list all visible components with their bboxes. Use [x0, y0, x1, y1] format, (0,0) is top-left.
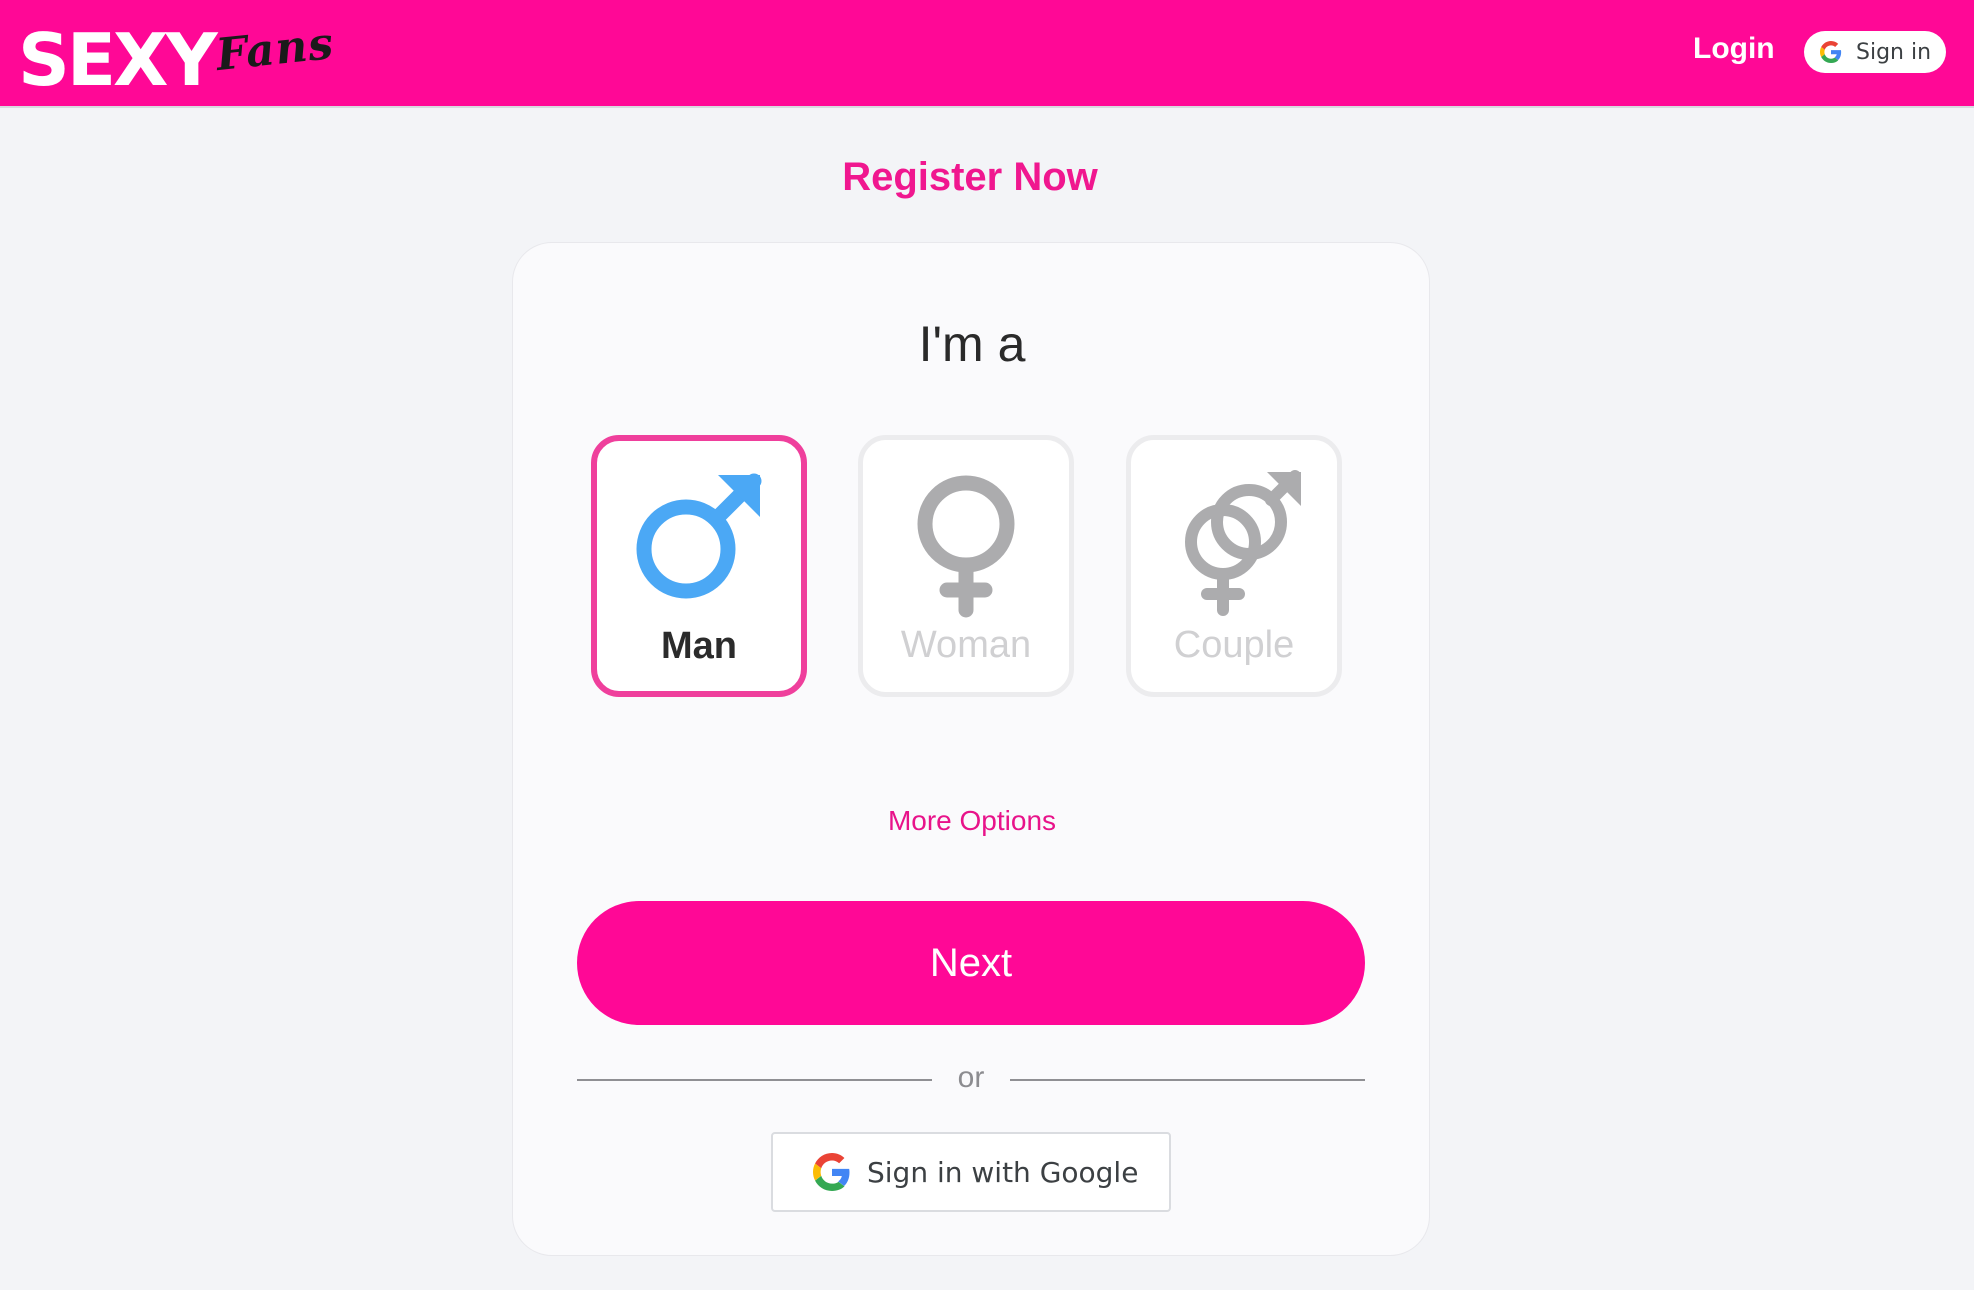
logo-main-text: SEXY	[18, 18, 218, 102]
more-options-link[interactable]: More Options	[513, 805, 1431, 837]
google-icon	[1820, 41, 1842, 63]
header-signin-label: Sign in	[1856, 39, 1932, 65]
header-google-signin-button[interactable]: Sign in	[1804, 31, 1946, 73]
divider-or-text: or	[957, 1061, 985, 1094]
option-couple-label: Couple	[1173, 624, 1295, 666]
registration-card: I'm a Man Woman Couple More Options Next…	[512, 242, 1430, 1256]
google-icon	[813, 1153, 850, 1191]
divider-line-left	[577, 1079, 932, 1081]
option-woman-label: Woman	[900, 624, 1032, 666]
option-woman[interactable]: Woman	[858, 435, 1074, 697]
option-man-label: Man	[661, 625, 737, 667]
option-man[interactable]: Man	[591, 435, 807, 697]
next-button[interactable]: Next	[577, 901, 1365, 1025]
login-link[interactable]: Login	[1693, 32, 1775, 66]
divider-line-right	[1010, 1079, 1365, 1081]
top-header: SEXY Fans Login Sign in	[0, 0, 1974, 108]
couple-icon	[1185, 470, 1301, 616]
female-icon	[917, 475, 1015, 618]
option-couple[interactable]: Couple	[1126, 435, 1342, 697]
site-logo[interactable]: SEXY Fans	[18, 10, 368, 100]
google-signin-label: Sign in with Google	[867, 1155, 1139, 1189]
card-heading: I'm a	[918, 316, 1026, 372]
google-signin-button[interactable]: Sign in with Google	[771, 1132, 1171, 1212]
male-icon	[636, 473, 762, 599]
page-title: Register Now	[842, 155, 1098, 199]
logo-script-text: Fans	[213, 17, 337, 82]
